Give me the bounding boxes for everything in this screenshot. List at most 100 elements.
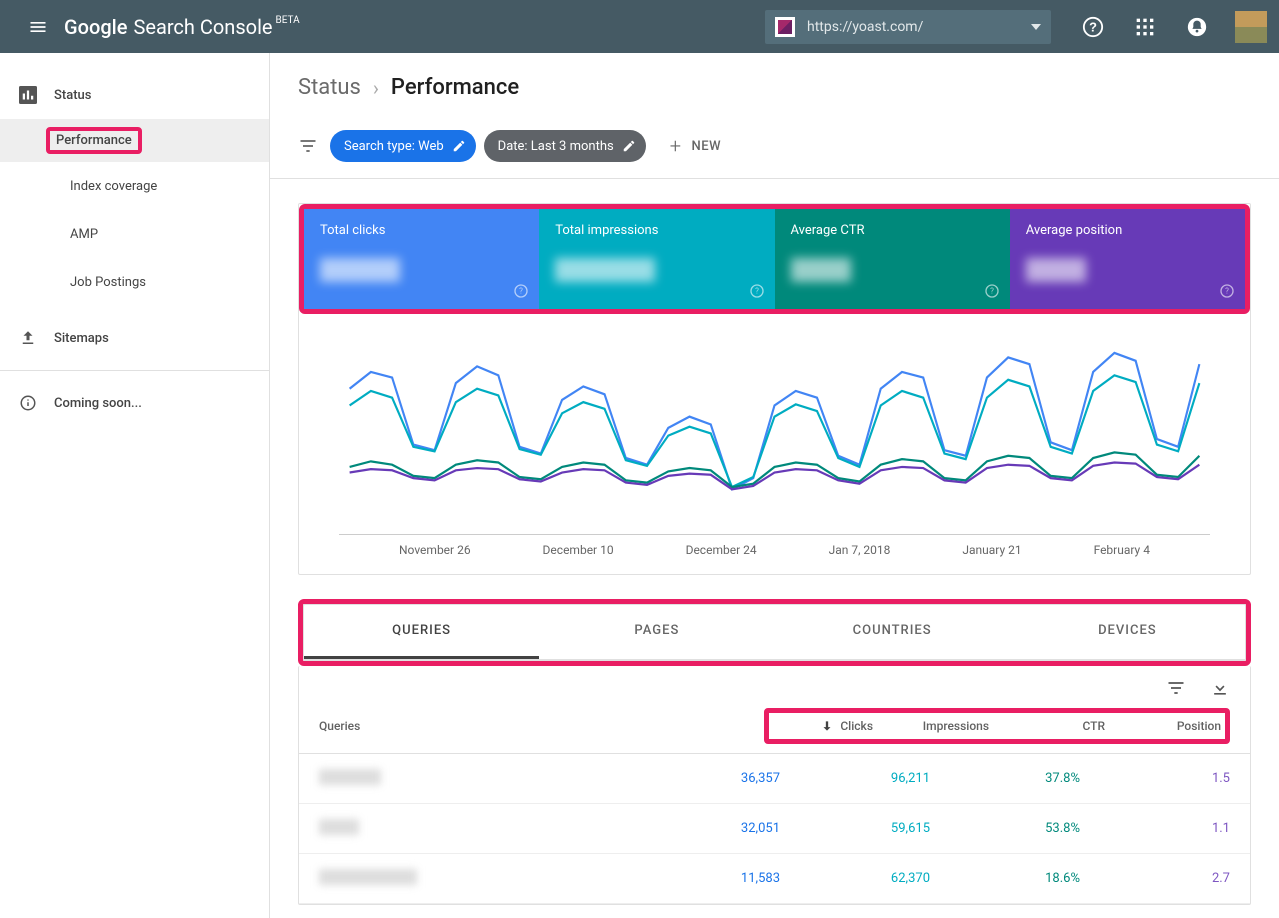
property-favicon bbox=[775, 17, 795, 37]
new-filter-button[interactable]: + NEW bbox=[670, 134, 721, 158]
x-tick: Jan 7, 2018 bbox=[829, 543, 891, 557]
logo-product: Search Console bbox=[133, 15, 272, 39]
sidebar-item-coming-soon: Coming soon... bbox=[0, 379, 269, 427]
x-tick: January 21 bbox=[962, 543, 1021, 557]
th-clicks[interactable]: Clicks bbox=[773, 719, 873, 733]
svg-text:?: ? bbox=[1089, 19, 1097, 34]
highlight-tabs: QUERIES PAGES COUNTRIES DEVICES bbox=[298, 599, 1251, 666]
logo-google: Google bbox=[64, 15, 127, 39]
table-filter-icon[interactable] bbox=[1166, 678, 1186, 698]
cell-impressions: 62,370 bbox=[780, 871, 930, 886]
tab-countries[interactable]: COUNTRIES bbox=[775, 605, 1010, 659]
metric-total-impressions[interactable]: Total impressions ? bbox=[539, 209, 774, 309]
x-tick: December 24 bbox=[686, 543, 757, 557]
metric-value-redacted bbox=[1026, 258, 1086, 282]
plus-icon: + bbox=[670, 134, 682, 158]
table-row[interactable]: 11,58362,37018.6%2.7 bbox=[299, 854, 1250, 904]
tab-devices[interactable]: DEVICES bbox=[1010, 605, 1245, 659]
chevron-right-icon: › bbox=[373, 76, 379, 100]
help-icon[interactable]: ? bbox=[1081, 15, 1105, 39]
app-header: Google Search Console BETA https://yoast… bbox=[0, 0, 1279, 53]
metric-total-clicks[interactable]: Total clicks ? bbox=[304, 209, 539, 309]
cell-query bbox=[319, 769, 630, 789]
sidebar-item-status[interactable]: Status bbox=[0, 71, 269, 119]
chart-x-axis: November 26 December 10 December 24 Jan … bbox=[339, 534, 1210, 557]
cell-position: 1.5 bbox=[1080, 771, 1230, 786]
sidebar-label: Performance bbox=[56, 133, 132, 148]
breadcrumb-current: Performance bbox=[391, 75, 519, 100]
pencil-icon bbox=[622, 139, 636, 153]
svg-text:?: ? bbox=[755, 287, 759, 296]
chip-search-type[interactable]: Search type: Web bbox=[330, 130, 476, 162]
metric-label: Total clicks bbox=[320, 223, 523, 238]
table-body: 36,35796,21137.8%1.532,05159,61553.8%1.1… bbox=[299, 754, 1250, 904]
sidebar-item-sitemaps[interactable]: Sitemaps bbox=[0, 314, 269, 362]
chip-date[interactable]: Date: Last 3 months bbox=[484, 130, 646, 162]
table-actions bbox=[299, 666, 1250, 698]
breadcrumb-status[interactable]: Status bbox=[298, 75, 361, 100]
app-logo: Google Search Console BETA bbox=[64, 15, 300, 39]
chip-label: Search type: Web bbox=[344, 139, 444, 154]
sidebar-item-index-coverage[interactable]: Index coverage bbox=[0, 162, 269, 210]
th-label: Clicks bbox=[840, 719, 873, 733]
svg-text:?: ? bbox=[990, 287, 994, 296]
pencil-icon bbox=[452, 139, 466, 153]
table-card: Queries Clicks Impressions CTR Position bbox=[298, 666, 1251, 905]
logo-beta: BETA bbox=[276, 15, 300, 26]
highlight-columns: Clicks Impressions CTR Position bbox=[764, 708, 1230, 744]
help-icon[interactable]: ? bbox=[749, 283, 765, 299]
th-position[interactable]: Position bbox=[1105, 719, 1221, 733]
notifications-icon[interactable] bbox=[1185, 15, 1209, 39]
cell-impressions: 59,615 bbox=[780, 821, 930, 836]
cell-ctr: 18.6% bbox=[930, 871, 1080, 886]
th-impressions[interactable]: Impressions bbox=[873, 719, 989, 733]
metric-label: Average CTR bbox=[791, 223, 994, 238]
svg-text:?: ? bbox=[519, 287, 523, 296]
metric-value-redacted bbox=[555, 258, 655, 282]
download-icon[interactable] bbox=[1210, 678, 1230, 698]
table-row[interactable]: 32,05159,61553.8%1.1 bbox=[299, 804, 1250, 854]
cell-ctr: 37.8% bbox=[930, 771, 1080, 786]
apps-icon[interactable] bbox=[1133, 15, 1157, 39]
help-icon[interactable]: ? bbox=[1219, 283, 1235, 299]
chart: November 26 December 10 December 24 Jan … bbox=[299, 314, 1250, 574]
user-avatar[interactable] bbox=[1235, 11, 1267, 43]
table-row[interactable]: 36,35796,21137.8%1.5 bbox=[299, 754, 1250, 804]
arrow-down-icon bbox=[820, 719, 834, 733]
sidebar-label: Sitemaps bbox=[54, 331, 109, 346]
cell-position: 2.7 bbox=[1080, 871, 1230, 886]
cell-ctr: 53.8% bbox=[930, 821, 1080, 836]
cell-clicks: 32,051 bbox=[630, 821, 780, 836]
metric-average-position[interactable]: Average position ? bbox=[1010, 209, 1245, 309]
sidebar-label: Status bbox=[54, 88, 91, 103]
chart-svg bbox=[339, 344, 1210, 534]
breadcrumb: Status › Performance bbox=[270, 53, 1279, 122]
main-content: Status › Performance Search type: Web Da… bbox=[270, 53, 1279, 918]
separator bbox=[0, 370, 269, 371]
help-icon[interactable]: ? bbox=[513, 283, 529, 299]
filter-icon[interactable] bbox=[298, 136, 318, 156]
tab-queries[interactable]: QUERIES bbox=[304, 605, 539, 659]
metric-average-ctr[interactable]: Average CTR ? bbox=[775, 209, 1010, 309]
sidebar-label: AMP bbox=[70, 227, 98, 242]
cell-clicks: 36,357 bbox=[630, 771, 780, 786]
cell-query bbox=[319, 869, 630, 889]
new-label: NEW bbox=[692, 139, 722, 154]
menu-icon[interactable] bbox=[26, 15, 50, 39]
th-ctr[interactable]: CTR bbox=[989, 719, 1105, 733]
x-tick: November 26 bbox=[399, 543, 471, 557]
help-icon[interactable]: ? bbox=[984, 283, 1000, 299]
performance-card: Total clicks ? Total impressions ? bbox=[298, 203, 1251, 575]
property-select[interactable]: https://yoast.com/ bbox=[765, 10, 1051, 44]
sidebar-item-job-postings[interactable]: Job Postings bbox=[0, 258, 269, 306]
filter-bar: Search type: Web Date: Last 3 months + N… bbox=[270, 122, 1279, 179]
sidebar-label: Coming soon... bbox=[54, 396, 142, 411]
metric-label: Average position bbox=[1026, 223, 1229, 238]
bar-chart-icon bbox=[18, 85, 38, 105]
tab-pages[interactable]: PAGES bbox=[539, 605, 774, 659]
x-tick: February 4 bbox=[1094, 543, 1150, 557]
sidebar-item-performance[interactable]: Performance bbox=[0, 119, 269, 162]
metric-label: Total impressions bbox=[555, 223, 758, 238]
tabs: QUERIES PAGES COUNTRIES DEVICES bbox=[304, 605, 1245, 660]
sidebar-item-amp[interactable]: AMP bbox=[0, 210, 269, 258]
